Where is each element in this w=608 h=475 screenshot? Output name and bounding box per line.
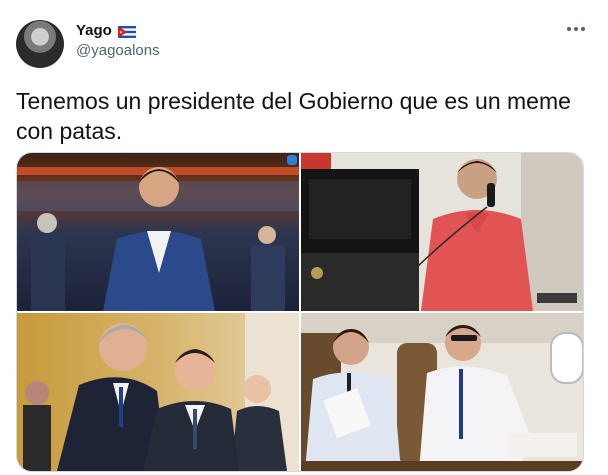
photo-on-phone-at-desk[interactable] [301, 153, 583, 311]
tweet-card[interactable]: Yago @yagoalons Tenemos un presidente de… [0, 0, 608, 475]
photo-on-airplane[interactable] [301, 313, 583, 471]
tweet-header: Yago @yagoalons [76, 22, 160, 59]
photo-smiling-in-arena[interactable] [17, 153, 299, 311]
user-handle[interactable]: @yagoalons [76, 42, 160, 59]
more-horizontal-icon[interactable] [564, 22, 588, 42]
cuba-flag-icon [117, 25, 136, 38]
avatar[interactable] [16, 20, 64, 68]
photo-with-king-at-palace[interactable] [17, 313, 299, 471]
media-grid [16, 152, 584, 472]
tweet-text: Tenemos un presidente del Gobierno que e… [16, 88, 571, 144]
display-name[interactable]: Yago [76, 22, 112, 39]
name-row: Yago [76, 22, 160, 39]
